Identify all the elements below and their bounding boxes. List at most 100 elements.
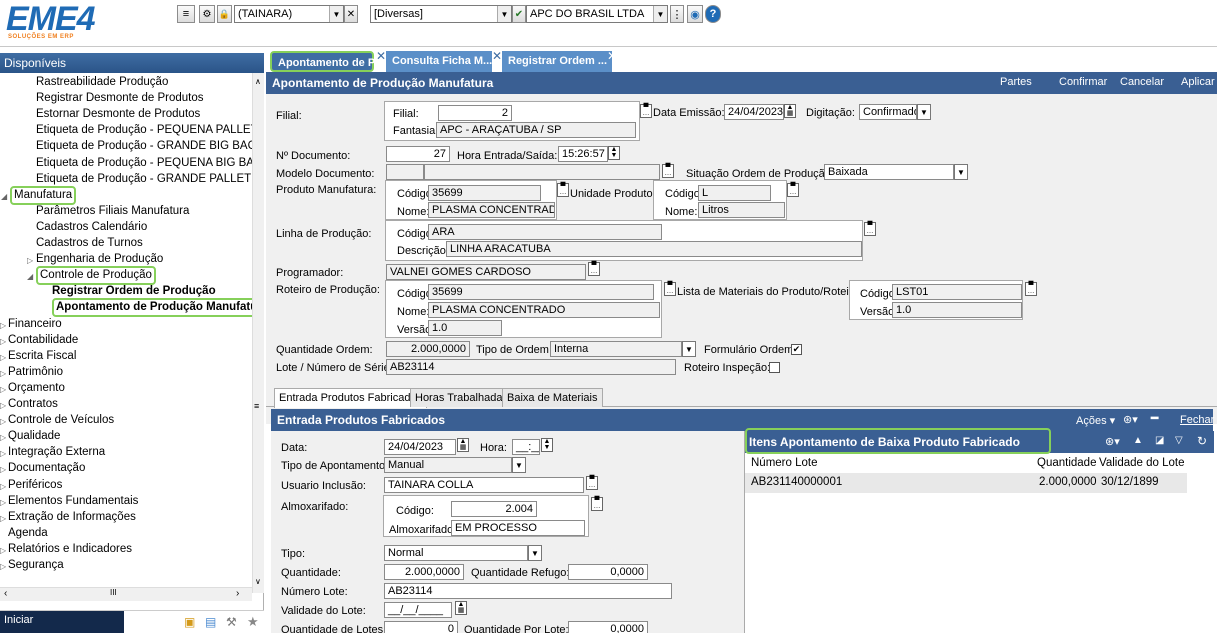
scroll-thumb[interactable]: ≡ (254, 401, 259, 411)
sidebar-item[interactable]: Etiqueta de Produção - GRANDE PALLET (36, 172, 251, 187)
tree-expander-icon[interactable]: ▷ (0, 321, 6, 330)
partes-button[interactable]: Partes (1000, 76, 1032, 88)
pf-hora-input[interactable]: __:__ (512, 439, 540, 455)
sidebar-item[interactable]: Cadastros Calendário (36, 220, 147, 235)
close-icon[interactable]: ✕ (607, 49, 617, 63)
roteiro-lookup-icon[interactable]: ▀… (664, 282, 676, 296)
produto-lookup-icon[interactable]: ▀… (557, 183, 569, 197)
digitacao-select[interactable]: Confirmado (859, 104, 917, 120)
sidebar-item[interactable]: Registrar Desmonte de Produtos (36, 91, 203, 106)
menu-button[interactable]: ≡ (177, 5, 195, 23)
pf-refugo-input[interactable]: 0,0000 (568, 564, 648, 580)
col-numero-lote[interactable]: Número Lote (751, 457, 817, 469)
tipo-ordem-select[interactable]: Interna (550, 341, 682, 357)
sidebar-item[interactable]: Elementos Fundamentais (8, 494, 138, 509)
programador-input[interactable]: VALNEI GOMES CARDOSO (386, 264, 586, 280)
pf-quantidade-input[interactable]: 2.000,0000 (384, 564, 464, 580)
tab-apontamento[interactable]: Apontamento de P... (270, 51, 383, 72)
sidebar-horizontal-scrollbar[interactable]: ‹ III › (0, 587, 252, 601)
calendar-icon[interactable]: ▲ ▦ (784, 104, 796, 118)
globe-icon[interactable]: ◉ (687, 5, 703, 23)
scroll-right-icon[interactable]: › (236, 588, 239, 599)
expand-up-icon[interactable]: ▲ (1133, 435, 1143, 446)
sidebar-item[interactable]: Contabilidade (8, 333, 78, 348)
time-spinner-icon[interactable]: ▲ ▼ (608, 146, 620, 160)
tab-consulta-ficha[interactable]: Consulta Ficha M... (386, 51, 492, 72)
minimize-icon[interactable]: ━ (1151, 411, 1158, 425)
sidebar-item[interactable]: Controle de Veículos (8, 413, 114, 428)
programador-lookup-icon[interactable]: ▀… (588, 262, 600, 276)
tree-expander-icon[interactable]: ▷ (0, 546, 6, 555)
sidebar-item[interactable]: Manufatura (10, 185, 77, 205)
more-options-icon[interactable]: ⋮ (670, 5, 684, 23)
situacao-select[interactable]: Baixada (824, 164, 954, 180)
unidade-codigo-input[interactable]: L (698, 185, 771, 201)
tools-icon[interactable]: ⚒ (226, 615, 237, 629)
time-spinner-icon[interactable]: ▲ ▼ (541, 438, 553, 452)
sidebar-item[interactable]: Parâmetros Filiais Manufatura (36, 204, 189, 219)
sidebar-item[interactable]: Controle de Produção (36, 266, 156, 286)
tree-expander-icon[interactable]: ▷ (0, 498, 6, 507)
col-validade[interactable]: Validade do Lote (1099, 457, 1184, 469)
window-icon[interactable]: ▤ (205, 615, 216, 629)
tab-registrar-ordem[interactable]: Registrar Ordem ... (502, 51, 612, 72)
close-icon[interactable]: ✕ (492, 49, 502, 63)
calendar-icon[interactable]: ▲ ▦ (455, 601, 467, 615)
help-icon[interactable]: ? (705, 5, 721, 23)
confirmar-button[interactable]: Confirmar (1059, 76, 1107, 88)
scroll-hthumb[interactable]: III (110, 588, 117, 597)
formulario-ordem-checkbox[interactable]: ✔ (791, 344, 802, 355)
scroll-left-icon[interactable]: ‹ (4, 588, 7, 599)
options-icon[interactable]: ⊛▾ (1123, 413, 1138, 426)
modelo-lookup-icon[interactable]: ▀… (662, 164, 674, 178)
chevron-down-icon[interactable]: ▼ (497, 6, 511, 22)
sidebar-item[interactable]: Rastreabilidade Produção (36, 75, 168, 90)
calendar-icon[interactable]: ▲ ▦ (457, 438, 469, 452)
pf-data-input[interactable]: 24/04/2023 (384, 439, 456, 455)
pf-validade-input[interactable]: __/__/____ (384, 602, 452, 618)
sidebar-item[interactable]: Orçamento (8, 381, 65, 396)
tree-expander-icon[interactable]: ▷ (0, 514, 6, 523)
chevron-down-icon[interactable]: ▼ (512, 457, 526, 473)
settings-icon[interactable]: ⚙ (199, 5, 215, 23)
lock-icon[interactable]: 🔒 (217, 5, 232, 23)
table-row[interactable]: AB231140000001 2.000,0000 30/12/1899 (745, 473, 1187, 493)
pf-qtd-por-lote-input[interactable]: 0,0000 (568, 621, 648, 633)
star-icon[interactable]: ★ (247, 614, 259, 630)
tree-expander-icon[interactable]: ▷ (0, 465, 6, 474)
cancelar-button[interactable]: Cancelar (1120, 76, 1164, 88)
aplicar-button[interactable]: Aplicar (1181, 76, 1215, 88)
acoes-menu[interactable]: Ações ▾ (1076, 414, 1115, 427)
chevron-down-icon[interactable]: ▼ (954, 164, 968, 180)
sidebar-item[interactable]: Engenharia de Produção (36, 252, 163, 267)
data-emissao-input[interactable]: 24/04/2023 (724, 104, 784, 120)
produto-codigo-input[interactable]: 35699 (428, 185, 541, 201)
sidebar-item[interactable]: Apontamento de Produção Manufatura (52, 298, 252, 318)
tab-horas-trabalhadas[interactable]: Horas Trabalhadas (410, 388, 513, 407)
tree-expander-icon[interactable]: ▷ (0, 369, 6, 378)
sidebar-item[interactable]: Periféricos (8, 478, 62, 493)
filter-icon[interactable]: ▽ (1175, 435, 1183, 446)
chevron-down-icon[interactable]: ▼ (329, 6, 343, 22)
roteiro-inspecao-checkbox[interactable] (769, 362, 780, 373)
sidebar-item[interactable]: Integração Externa (8, 445, 105, 460)
sidebar-item[interactable]: Documentação (8, 461, 85, 476)
lista-codigo-input[interactable]: LST01 (892, 284, 1022, 300)
sidebar-item[interactable]: Relatórios e Indicadores (8, 542, 132, 557)
sidebar-item[interactable]: Escrita Fiscal (8, 349, 76, 364)
tree-expander-icon[interactable]: ▷ (0, 433, 6, 442)
fechar-button[interactable]: Fechar (1180, 414, 1214, 426)
linha-codigo-input[interactable]: ARA (428, 224, 662, 240)
category-select[interactable]: [Diversas] ▼ (370, 5, 512, 23)
sidebar-item[interactable]: Etiqueta de Produção - GRANDE BIG BAG (36, 139, 252, 154)
tree-expander-icon[interactable]: ◢ (27, 272, 33, 281)
sidebar-item[interactable]: Qualidade (8, 429, 60, 444)
close-icon[interactable]: ✕ (376, 49, 386, 63)
sidebar-vertical-scrollbar[interactable]: ∧ ≡ ∨ (252, 73, 264, 593)
hora-entrada-input[interactable]: 15:26:57 (558, 146, 608, 162)
col-quantidade[interactable]: Quantidade (1037, 457, 1096, 469)
options-icon[interactable]: ⊛▾ (1105, 435, 1120, 448)
scroll-up-icon[interactable]: ∧ (255, 77, 261, 86)
chevron-down-icon[interactable]: ▼ (528, 545, 542, 561)
chevron-down-icon[interactable]: ▼ (653, 6, 667, 22)
